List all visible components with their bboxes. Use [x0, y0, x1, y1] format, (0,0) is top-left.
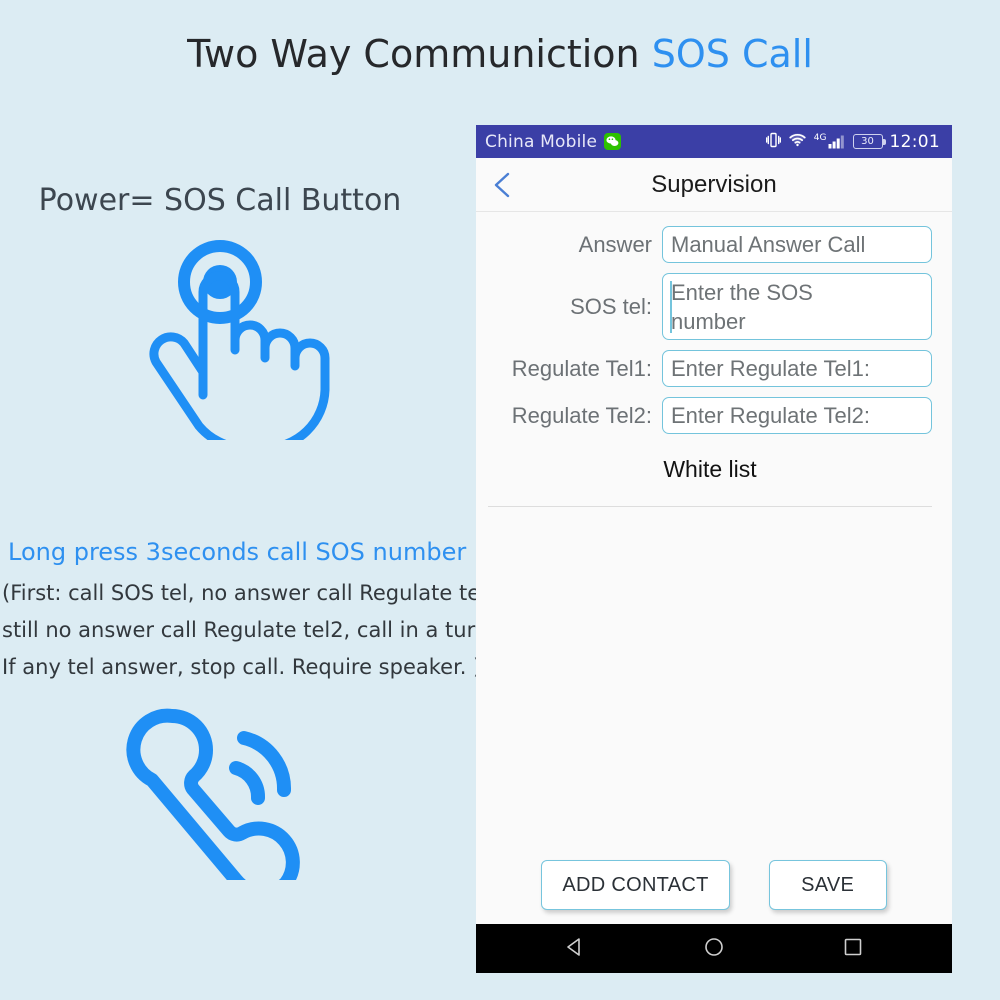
- sos-tel-placeholder: Enter the SOS number: [671, 280, 813, 334]
- form-row-answer: Answer Manual Answer Call: [488, 226, 932, 263]
- status-bar: China Mobile 4G 30 12:01: [476, 125, 952, 158]
- hand-tap-icon: [140, 240, 340, 453]
- desc-line-1: (First: call SOS tel, no answer call Reg…: [2, 581, 500, 605]
- regulate-tel1-label: Regulate Tel1:: [511, 355, 652, 381]
- battery-icon: 30: [852, 134, 886, 149]
- add-contact-button[interactable]: ADD CONTACT: [541, 860, 730, 910]
- back-chevron-icon[interactable]: [492, 171, 512, 203]
- battery-level-label: 30: [861, 136, 874, 147]
- page-header-title: Supervision: [651, 170, 777, 198]
- page-title-accent: SOS Call: [651, 32, 813, 76]
- regulate-tel2-input[interactable]: Enter Regulate Tel2:: [662, 397, 932, 434]
- regulate-tel1-placeholder: Enter Regulate Tel1:: [671, 356, 870, 381]
- clock-label: 12:01: [889, 131, 940, 152]
- text-caret: [670, 281, 672, 333]
- android-recents-square-icon[interactable]: [842, 936, 864, 962]
- answer-label: Answer: [578, 231, 652, 257]
- phone-screenshot: China Mobile 4G 30 12:01 Supervision Ans…: [476, 125, 952, 973]
- form-row-sos-tel: SOS tel: Enter the SOS number: [488, 273, 932, 340]
- app-bar: Supervision: [476, 158, 952, 212]
- save-button[interactable]: SAVE: [768, 860, 887, 910]
- desc-line-2: still no answer call Regulate tel2, call…: [2, 618, 495, 642]
- answer-value: Manual Answer Call: [671, 232, 866, 257]
- page-title-main: Two Way Communiction: [187, 32, 652, 76]
- regulate-tel1-input[interactable]: Enter Regulate Tel1:: [662, 350, 932, 387]
- signal-bars-icon: 4G: [814, 134, 846, 149]
- wifi-icon: [788, 132, 807, 151]
- wechat-icon: [604, 133, 622, 150]
- regulate-tel2-placeholder: Enter Regulate Tel2:: [671, 403, 870, 428]
- left-info-panel: Power= SOS Call Button Long press 3secon…: [0, 120, 499, 1000]
- page-title: Two Way Communiction SOS Call: [0, 32, 1000, 76]
- answer-select[interactable]: Manual Answer Call: [662, 226, 932, 263]
- form-row-regulate-tel2: Regulate Tel2: Enter Regulate Tel2:: [488, 397, 932, 434]
- status-icons: 4G 30 12:01: [765, 131, 940, 152]
- supervision-form: Answer Manual Answer Call SOS tel: Enter…: [476, 212, 952, 507]
- android-nav-bar: [476, 924, 952, 973]
- network-type-label: 4G: [813, 133, 827, 143]
- android-home-circle-icon[interactable]: [703, 936, 725, 962]
- power-button-label: Power= SOS Call Button: [38, 183, 402, 218]
- action-button-row: ADD CONTACT SAVE: [476, 860, 952, 924]
- desc-line-3: If any tel answer, stop call. Require sp…: [2, 655, 482, 679]
- vibrate-icon: [765, 132, 781, 152]
- form-row-regulate-tel1: Regulate Tel1: Enter Regulate Tel1:: [488, 350, 932, 387]
- sos-description: (First: call SOS tel, no answer call Reg…: [2, 575, 500, 686]
- poster-root: Two Way Communiction SOS Call Power= SOS…: [0, 0, 1000, 1000]
- carrier-label: China Mobile: [485, 131, 598, 152]
- sos-tel-input[interactable]: Enter the SOS number: [662, 273, 932, 340]
- ringing-phone-icon: [118, 690, 318, 900]
- android-back-triangle-icon[interactable]: [564, 936, 586, 962]
- regulate-tel2-label: Regulate Tel2:: [511, 402, 652, 428]
- long-press-note: Long press 3seconds call SOS number: [8, 538, 467, 566]
- sos-tel-label: SOS tel:: [570, 293, 652, 319]
- section-divider: [488, 506, 932, 507]
- white-list-header: White list: [663, 456, 757, 482]
